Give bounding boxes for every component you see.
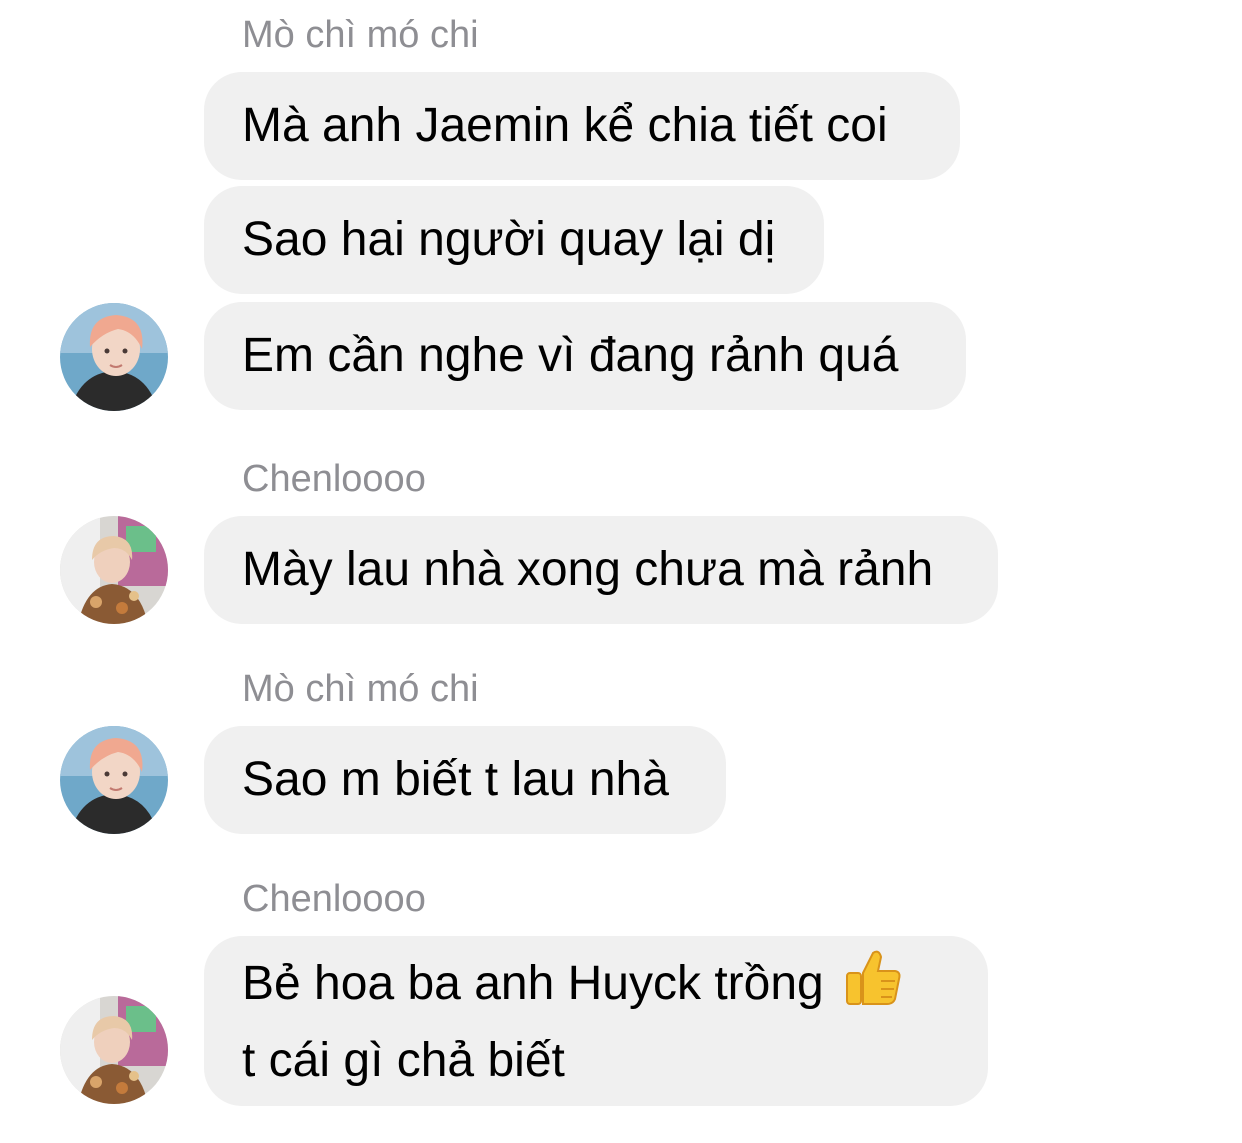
message-text: Sao hai người quay lại dị xyxy=(242,212,776,266)
floral-shirt-avatar[interactable] xyxy=(60,516,168,624)
message-text-line: t cái gì chả biết xyxy=(242,1033,565,1087)
message-text-line: Bẻ hoa ba anh Huyck trồng xyxy=(242,957,838,1011)
message-bubble[interactable]: Em cần nghe vì đang rảnh quá xyxy=(204,302,966,410)
floral-shirt-avatar[interactable] xyxy=(60,996,168,1104)
sender-name: Chenloooo xyxy=(242,878,426,920)
sender-name: Mò chì mó chi xyxy=(242,668,479,710)
message-text: Bẻ hoa ba anh Huyck trồng t cái gì chả b… xyxy=(242,947,903,1094)
message-bubble[interactable]: Sao m biết t lau nhà xyxy=(204,726,726,834)
message-text: Mày lau nhà xong chưa mà rảnh xyxy=(242,542,934,596)
pink-hair-avatar[interactable] xyxy=(60,726,168,834)
sender-name: Mò chì mó chi xyxy=(242,14,479,56)
message-text: Em cần nghe vì đang rảnh quá xyxy=(242,328,899,382)
thumbs-up-icon xyxy=(843,947,903,1026)
message-text: Mà anh Jaemin kể chia tiết coi xyxy=(242,98,888,152)
message-text: Sao m biết t lau nhà xyxy=(242,752,669,806)
message-bubble[interactable]: Mày lau nhà xong chưa mà rảnh xyxy=(204,516,998,624)
message-bubble[interactable]: Bẻ hoa ba anh Huyck trồng t cái gì chả b… xyxy=(204,936,988,1106)
pink-hair-avatar[interactable] xyxy=(60,303,168,411)
message-bubble[interactable]: Sao hai người quay lại dị xyxy=(204,186,824,294)
sender-name: Chenloooo xyxy=(242,458,426,500)
message-bubble[interactable]: Mà anh Jaemin kể chia tiết coi xyxy=(204,72,960,180)
